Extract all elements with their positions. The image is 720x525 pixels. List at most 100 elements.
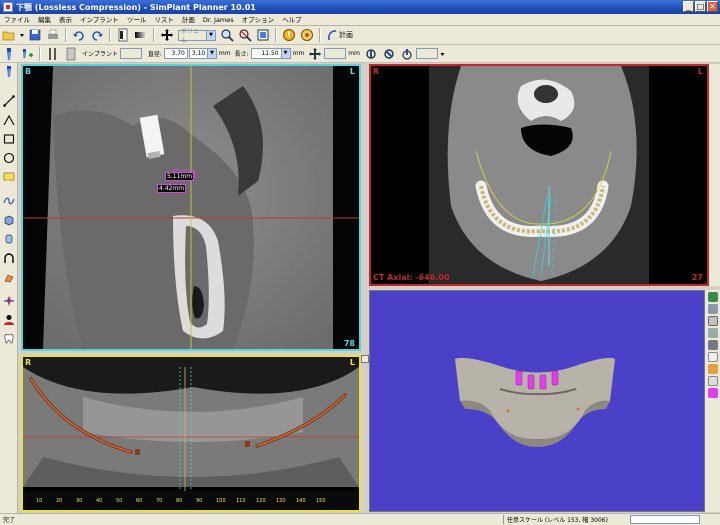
rotate-3d-icon[interactable] — [707, 340, 718, 350]
maximize-button[interactable]: □ — [695, 1, 706, 12]
menu-user[interactable]: Dr. James — [199, 14, 238, 26]
nerve-arc-icon[interactable] — [2, 251, 16, 265]
person-icon[interactable] — [2, 313, 16, 327]
panoramic-corner-box[interactable] — [361, 355, 369, 363]
chevron-down-icon[interactable] — [439, 46, 446, 62]
length-select[interactable]: 11.50 ▼ — [250, 48, 291, 59]
cross-section-view[interactable]: B L 5.11mm 4.42mm 78 — [21, 64, 361, 351]
ruler-tick-label: 140 — [296, 498, 306, 504]
implant-tool-icon[interactable] — [1, 46, 17, 62]
annotation-icon[interactable] — [2, 170, 16, 184]
diameter-select[interactable]: 3.10 ▼ — [188, 48, 217, 59]
menu-options[interactable]: オプション — [238, 14, 279, 26]
ruler-tick-label: 60 — [136, 498, 143, 504]
zoom-combo[interactable]: ボリュム ▼ — [178, 28, 216, 44]
parallel-icon[interactable] — [45, 46, 61, 62]
ruler-tick-label: 120 — [256, 498, 266, 504]
menu-view[interactable]: 表示 — [55, 14, 76, 26]
diameter-label: 直径: — [147, 51, 162, 58]
view-orientation-right: L — [697, 67, 703, 76]
bone-icon[interactable] — [707, 352, 718, 362]
menu-tools[interactable]: ツール — [123, 14, 151, 26]
menu-implant[interactable]: インプラント — [76, 14, 123, 26]
implant-pin-icon[interactable] — [2, 65, 16, 79]
print-icon[interactable] — [45, 27, 61, 43]
zoom-out-icon[interactable] — [237, 27, 253, 43]
minimize-button[interactable]: _ — [683, 1, 694, 12]
undo-icon[interactable] — [71, 27, 87, 43]
layers-icon[interactable] — [707, 316, 718, 326]
ruler-tick-label: 50 — [116, 498, 123, 504]
view-orientation-left: B — [25, 67, 32, 76]
menu-plan[interactable]: 計画 — [178, 14, 199, 26]
rotate-implant-icon[interactable] — [363, 46, 379, 62]
highlight-icon[interactable] — [707, 376, 718, 386]
ruler-tick-label: 90 — [196, 498, 203, 504]
fit-view-icon[interactable] — [255, 27, 271, 43]
pan-move-icon[interactable] — [159, 27, 175, 43]
menu-edit[interactable]: 編集 — [34, 14, 55, 26]
axial-view[interactable]: R L CT Axial: -646.00 27 — [369, 64, 709, 286]
ellipse-icon[interactable] — [2, 151, 16, 165]
angle-field[interactable] — [416, 48, 438, 59]
left-tool-strip — [0, 63, 18, 513]
diameter-field[interactable]: 3.70 — [163, 48, 188, 59]
implant-color-icon[interactable] — [707, 388, 718, 398]
menu-list[interactable]: リスト — [150, 14, 178, 26]
document-icon[interactable] — [115, 27, 131, 43]
chevron-down-icon: ▼ — [207, 49, 216, 58]
tooth-icon[interactable] — [2, 332, 16, 346]
surface-icon[interactable] — [707, 328, 718, 338]
rectangle-icon[interactable] — [2, 132, 16, 146]
toolbar-separator — [39, 46, 41, 61]
ruler-tick-label: 130 — [276, 498, 286, 504]
app-icon[interactable] — [3, 2, 13, 12]
dropdown-arrow-icon[interactable] — [19, 27, 25, 43]
line-measure-icon[interactable] — [2, 94, 16, 108]
curve-icon[interactable] — [2, 194, 16, 208]
axial-caption: CT Axial: -646.00 — [373, 273, 450, 282]
info-icon[interactable] — [281, 27, 297, 43]
cylinder-icon[interactable] — [2, 232, 16, 246]
open-folder-icon[interactable] — [1, 27, 17, 43]
angle-implant-icon[interactable] — [399, 46, 415, 62]
ruler-tick-label: 150 — [316, 498, 326, 504]
implant-add-icon[interactable] — [19, 46, 35, 62]
paint-icon[interactable] — [2, 270, 16, 284]
title-bar: 下顎 (Lossless Compression) - SimPlant Pla… — [0, 0, 720, 14]
settings-icon[interactable] — [299, 27, 315, 43]
ruler-tick-label: 80 — [176, 498, 183, 504]
move-implant-icon[interactable] — [307, 46, 323, 62]
menu-file[interactable]: ファイル — [0, 14, 34, 26]
redo-icon[interactable] — [89, 27, 105, 43]
cross-section-image — [23, 66, 359, 349]
save-icon[interactable] — [27, 27, 43, 43]
close-button[interactable]: ✕ — [707, 1, 718, 12]
ruler-tick-label: 40 — [96, 498, 103, 504]
nerve-icon[interactable] — [707, 364, 718, 374]
render-tool-strip — [705, 290, 720, 512]
offset-field[interactable] — [324, 48, 347, 59]
volume-box-icon[interactable] — [2, 213, 16, 227]
zoom-icon[interactable] — [219, 27, 235, 43]
length-unit: mm — [292, 50, 305, 57]
implant-visibility-icon[interactable] — [707, 304, 718, 314]
panoramic-view[interactable]: R L 10 20 30 40 50 60 70 80 90 100 110 120 130 140 150 — [21, 355, 361, 512]
render-3d-view[interactable] — [369, 290, 705, 512]
contrast-icon[interactable] — [133, 27, 149, 43]
measure-label-2: 4.42mm — [157, 184, 187, 193]
panoramic-image — [23, 357, 359, 510]
angle-measure-icon[interactable] — [2, 113, 16, 127]
implant-library-icon[interactable] — [63, 46, 79, 62]
window-level-readout: 任意スケール (レベル 153, 幅 3006) — [503, 515, 628, 524]
tilt-implant-icon[interactable] — [381, 46, 397, 62]
mandible-3d-model — [370, 291, 704, 511]
menu-help[interactable]: ヘルプ — [278, 14, 306, 26]
view-mode-icon[interactable] — [707, 292, 718, 302]
diameter-unit: mm — [218, 50, 231, 57]
color-tool-icon[interactable] — [2, 294, 16, 308]
implant-type-field[interactable] — [119, 48, 142, 59]
chevron-down-icon: ▼ — [280, 49, 290, 58]
status-text: 完了 — [3, 517, 16, 524]
plan-button[interactable]: 計画 — [324, 29, 355, 42]
